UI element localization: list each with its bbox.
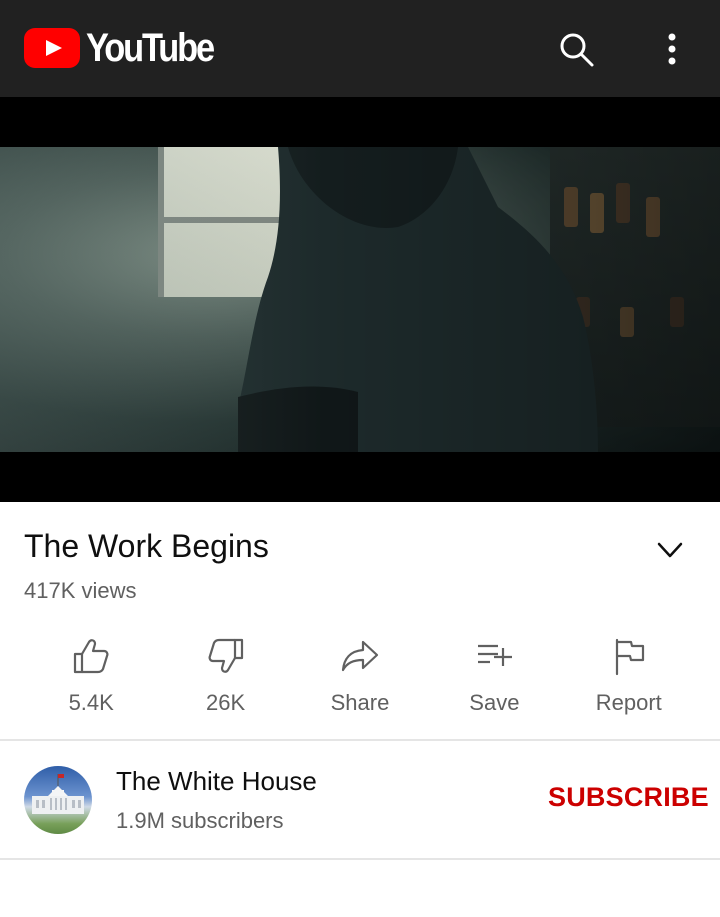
like-button[interactable]: 5.4K [24, 630, 158, 726]
video-player[interactable] [0, 97, 720, 502]
view-count: 417K views [24, 578, 137, 603]
video-actions-bar: 5.4K 26K Share Save Report [24, 630, 696, 726]
thumbs-down-icon [208, 638, 243, 673]
video-frame[interactable] [0, 147, 720, 452]
dislike-count: 26K [206, 690, 246, 715]
share-button[interactable]: Share [293, 630, 427, 726]
share-label: Share [330, 690, 390, 715]
save-label: Save [469, 690, 520, 715]
flag-icon [615, 638, 644, 676]
channel-row[interactable]: The White House 1.9M subscribers SUBSCRI… [0, 742, 720, 858]
thumbs-up-icon [74, 639, 109, 674]
divider [0, 739, 720, 741]
share-icon [341, 640, 379, 672]
report-label: Report [595, 690, 662, 715]
search-icon[interactable] [554, 28, 598, 72]
subscribe-button[interactable]: SUBSCRIBE [548, 782, 709, 818]
youtube-logo[interactable]: YouTube [24, 24, 234, 72]
subscriber-count: 1.9M subscribers [116, 808, 284, 833]
more-vert-icon[interactable] [656, 28, 688, 72]
like-count: 5.4K [68, 690, 114, 715]
divider [0, 858, 720, 860]
chevron-down-icon[interactable] [654, 536, 686, 564]
save-button[interactable]: Save [427, 630, 561, 726]
dislike-button[interactable]: 26K [158, 630, 292, 726]
video-title-row[interactable]: The Work Begins [24, 528, 696, 568]
channel-name[interactable]: The White House [116, 766, 317, 797]
top-app-bar: YouTube [0, 0, 720, 97]
youtube-play-logo-icon [24, 28, 80, 68]
youtube-logo-text: YouTube [86, 25, 215, 70]
white-house-image [32, 774, 84, 814]
report-button[interactable]: Report [562, 630, 696, 726]
video-title: The Work Begins [24, 528, 269, 564]
playlist-add-icon [478, 644, 513, 666]
channel-avatar[interactable] [24, 766, 92, 834]
